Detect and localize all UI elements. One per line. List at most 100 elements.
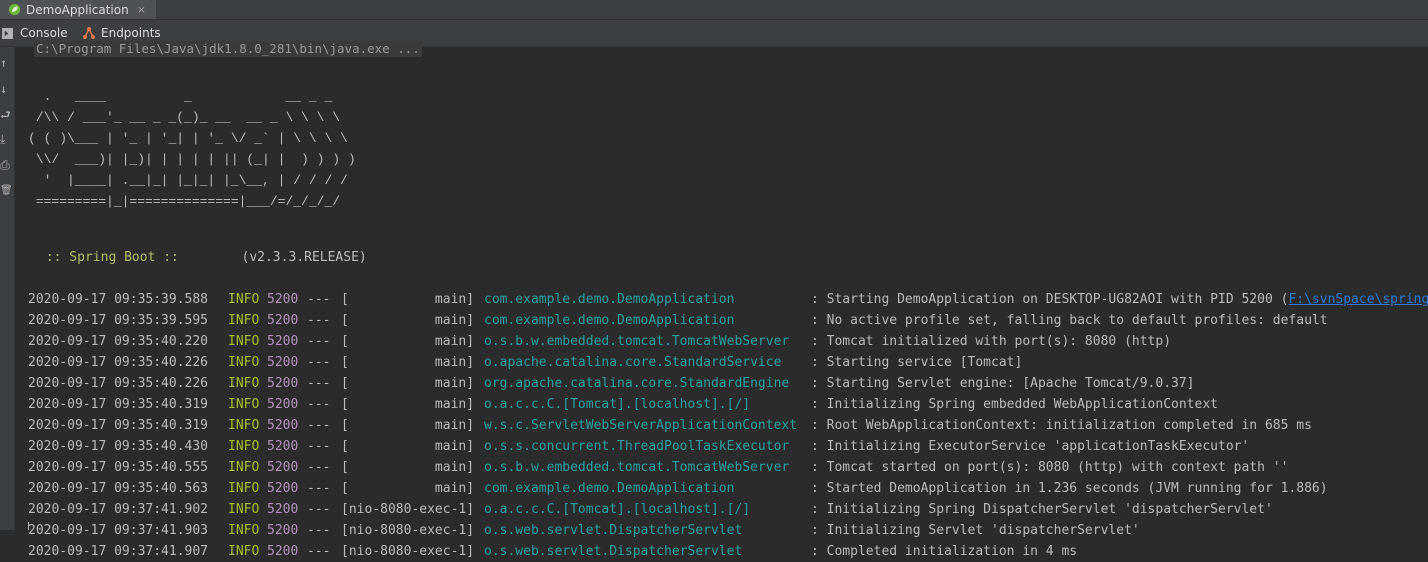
log-level: INFO <box>228 439 260 454</box>
log-thread: [ main] <box>341 355 475 370</box>
spring-leaf-icon <box>8 3 21 16</box>
log-separator: --- <box>307 439 331 454</box>
log-line: 2020-09-17 09:35:40.430 INFO 5200 --- [ main… <box>28 436 1428 457</box>
log-separator: --- <box>307 544 331 559</box>
log-thread: [ main] <box>341 460 475 475</box>
log-message: : Starting service [Tomcat] <box>811 355 1023 370</box>
log-line: 2020-09-17 09:35:39.595 INFO 5200 --- [ main… <box>28 310 1428 331</box>
log-level: INFO <box>228 481 260 496</box>
log-pid: 5200 <box>267 355 299 370</box>
log-message: : Started DemoApplication in 1.236 secon… <box>811 481 1328 496</box>
log-level: INFO <box>228 376 260 391</box>
log-message: : No active profile set, falling back to… <box>811 313 1328 328</box>
run-tab-label: DemoApplication <box>26 2 129 17</box>
log-line: 2020-09-17 09:37:41.902 INFO 5200 --- [nio-8… <box>28 499 1428 520</box>
log-pid: 5200 <box>267 334 299 349</box>
log-thread: [ main] <box>341 313 475 328</box>
console-output[interactable]: C:\Program Files\Java\jdk1.8.0_281\bin\j… <box>28 41 1428 559</box>
log-line: 2020-09-17 09:35:40.563 INFO 5200 --- [ main… <box>28 478 1428 499</box>
log-line: 2020-09-17 09:35:40.226 INFO 5200 --- [ main… <box>28 373 1428 394</box>
log-pid: 5200 <box>267 313 299 328</box>
trash-icon[interactable]: 🗑 <box>0 183 14 199</box>
log-thread: [ main] <box>341 418 475 433</box>
close-icon[interactable]: × <box>137 3 146 16</box>
log-logger: o.a.c.c.C.[Tomcat].[localhost].[/] <box>484 397 751 412</box>
log-timestamp: 2020-09-17 09:37:41.907 <box>28 544 209 559</box>
spring-boot-version: (v2.3.3.RELEASE) <box>186 250 367 265</box>
log-line: 2020-09-17 09:35:40.319 INFO 5200 --- [ main… <box>28 415 1428 436</box>
log-timestamp: 2020-09-17 09:35:40.563 <box>28 481 209 496</box>
log-message-text: : Starting DemoApplication on DESKTOP-UG… <box>811 292 1289 307</box>
log-thread: [nio-8080-exec-1] <box>341 523 475 538</box>
log-timestamp: 2020-09-17 09:37:41.903 <box>28 523 209 538</box>
print-icon[interactable]: ⎙ <box>0 157 14 173</box>
log-separator: --- <box>307 502 331 517</box>
log-thread: [ main] <box>341 292 475 307</box>
log-pid: 5200 <box>267 376 299 391</box>
log-timestamp: 2020-09-17 09:35:40.319 <box>28 397 209 412</box>
command-line[interactable]: C:\Program Files\Java\jdk1.8.0_281\bin\j… <box>34 41 422 57</box>
log-separator: --- <box>307 334 331 349</box>
log-logger: org.apache.catalina.core.StandardEngine <box>484 376 790 391</box>
log-pid: 5200 <box>267 523 299 538</box>
log-timestamp: 2020-09-17 09:35:39.588 <box>28 292 209 307</box>
log-line: 2020-09-17 09:35:40.220 INFO 5200 --- [ main… <box>28 331 1428 352</box>
log-message: : Tomcat started on port(s): 8080 (http)… <box>811 460 1289 475</box>
log-separator: --- <box>307 418 331 433</box>
log-separator: --- <box>307 313 331 328</box>
log-thread: [ main] <box>341 376 475 391</box>
log-thread: [ main] <box>341 481 475 496</box>
log-message: : Root WebApplicationContext: initializa… <box>811 418 1312 433</box>
log-separator: --- <box>307 523 331 538</box>
log-thread: [nio-8080-exec-1] <box>341 544 475 559</box>
log-level: INFO <box>228 313 260 328</box>
down-arrow-icon[interactable]: ↓ <box>0 81 14 97</box>
log-logger: com.example.demo.DemoApplication <box>484 292 735 307</box>
tab-console-label: Console <box>20 26 68 40</box>
log-path-link[interactable]: F:\svnSpace\spring <box>1288 292 1428 307</box>
console-actions-gutter: ↑ ↓ ⮐ ⤓ ⎙ 🗑 <box>0 47 15 530</box>
log-level: INFO <box>228 334 260 349</box>
log-timestamp: 2020-09-17 09:35:40.226 <box>28 355 209 370</box>
log-level: INFO <box>228 355 260 370</box>
up-arrow-icon[interactable]: ↑ <box>0 55 14 71</box>
log-message: : Initializing Servlet 'dispatcherServle… <box>811 523 1140 538</box>
log-level: INFO <box>228 502 260 517</box>
log-timestamp: 2020-09-17 09:35:40.430 <box>28 439 209 454</box>
log-pid: 5200 <box>267 397 299 412</box>
run-tab-strip: DemoApplication × <box>0 0 1428 20</box>
log-pid: 5200 <box>267 481 299 496</box>
log-level: INFO <box>228 397 260 412</box>
log-line: 2020-09-17 09:35:40.319 INFO 5200 --- [ main… <box>28 394 1428 415</box>
log-timestamp: 2020-09-17 09:37:41.902 <box>28 502 209 517</box>
log-logger: o.a.c.c.C.[Tomcat].[localhost].[/] <box>484 502 751 517</box>
log-line: 2020-09-17 09:37:41.907 INFO 5200 --- [nio-8… <box>28 541 1428 562</box>
log-pid: 5200 <box>267 439 299 454</box>
log-message: : Starting Servlet engine: [Apache Tomca… <box>811 376 1195 391</box>
log-thread: [ main] <box>341 397 475 412</box>
log-timestamp: 2020-09-17 09:35:40.226 <box>28 376 209 391</box>
soft-wrap-icon[interactable]: ⮐ <box>0 107 14 123</box>
log-thread: [ main] <box>341 439 475 454</box>
log-logger: com.example.demo.DemoApplication <box>484 313 735 328</box>
log-logger: o.apache.catalina.core.StandardService <box>484 355 782 370</box>
log-thread: [ main] <box>341 334 475 349</box>
log-message: : Tomcat initialized with port(s): 8080 … <box>811 334 1172 349</box>
run-tab-demoapplication[interactable]: DemoApplication × <box>0 0 156 19</box>
log-pid: 5200 <box>267 460 299 475</box>
log-separator: --- <box>307 397 331 412</box>
scroll-to-end-icon[interactable]: ⤓ <box>0 131 14 147</box>
log-separator: --- <box>307 460 331 475</box>
log-level: INFO <box>228 544 260 559</box>
log-level: INFO <box>228 292 260 307</box>
log-thread: [nio-8080-exec-1] <box>341 502 475 517</box>
log-level: INFO <box>228 523 260 538</box>
log-timestamp: 2020-09-17 09:35:40.555 <box>28 460 209 475</box>
log-message: : Starting DemoApplication on DESKTOP-UG… <box>811 289 1428 310</box>
log-separator: --- <box>307 376 331 391</box>
log-line: 2020-09-17 09:35:39.588 INFO 5200 --- [ main… <box>28 289 1428 310</box>
log-timestamp: 2020-09-17 09:35:40.319 <box>28 418 209 433</box>
log-logger: w.s.c.ServletWebServerApplicationContext <box>484 418 798 433</box>
log-logger: o.s.b.w.embedded.tomcat.TomcatWebServer <box>484 460 790 475</box>
tab-endpoints-label: Endpoints <box>101 26 161 40</box>
